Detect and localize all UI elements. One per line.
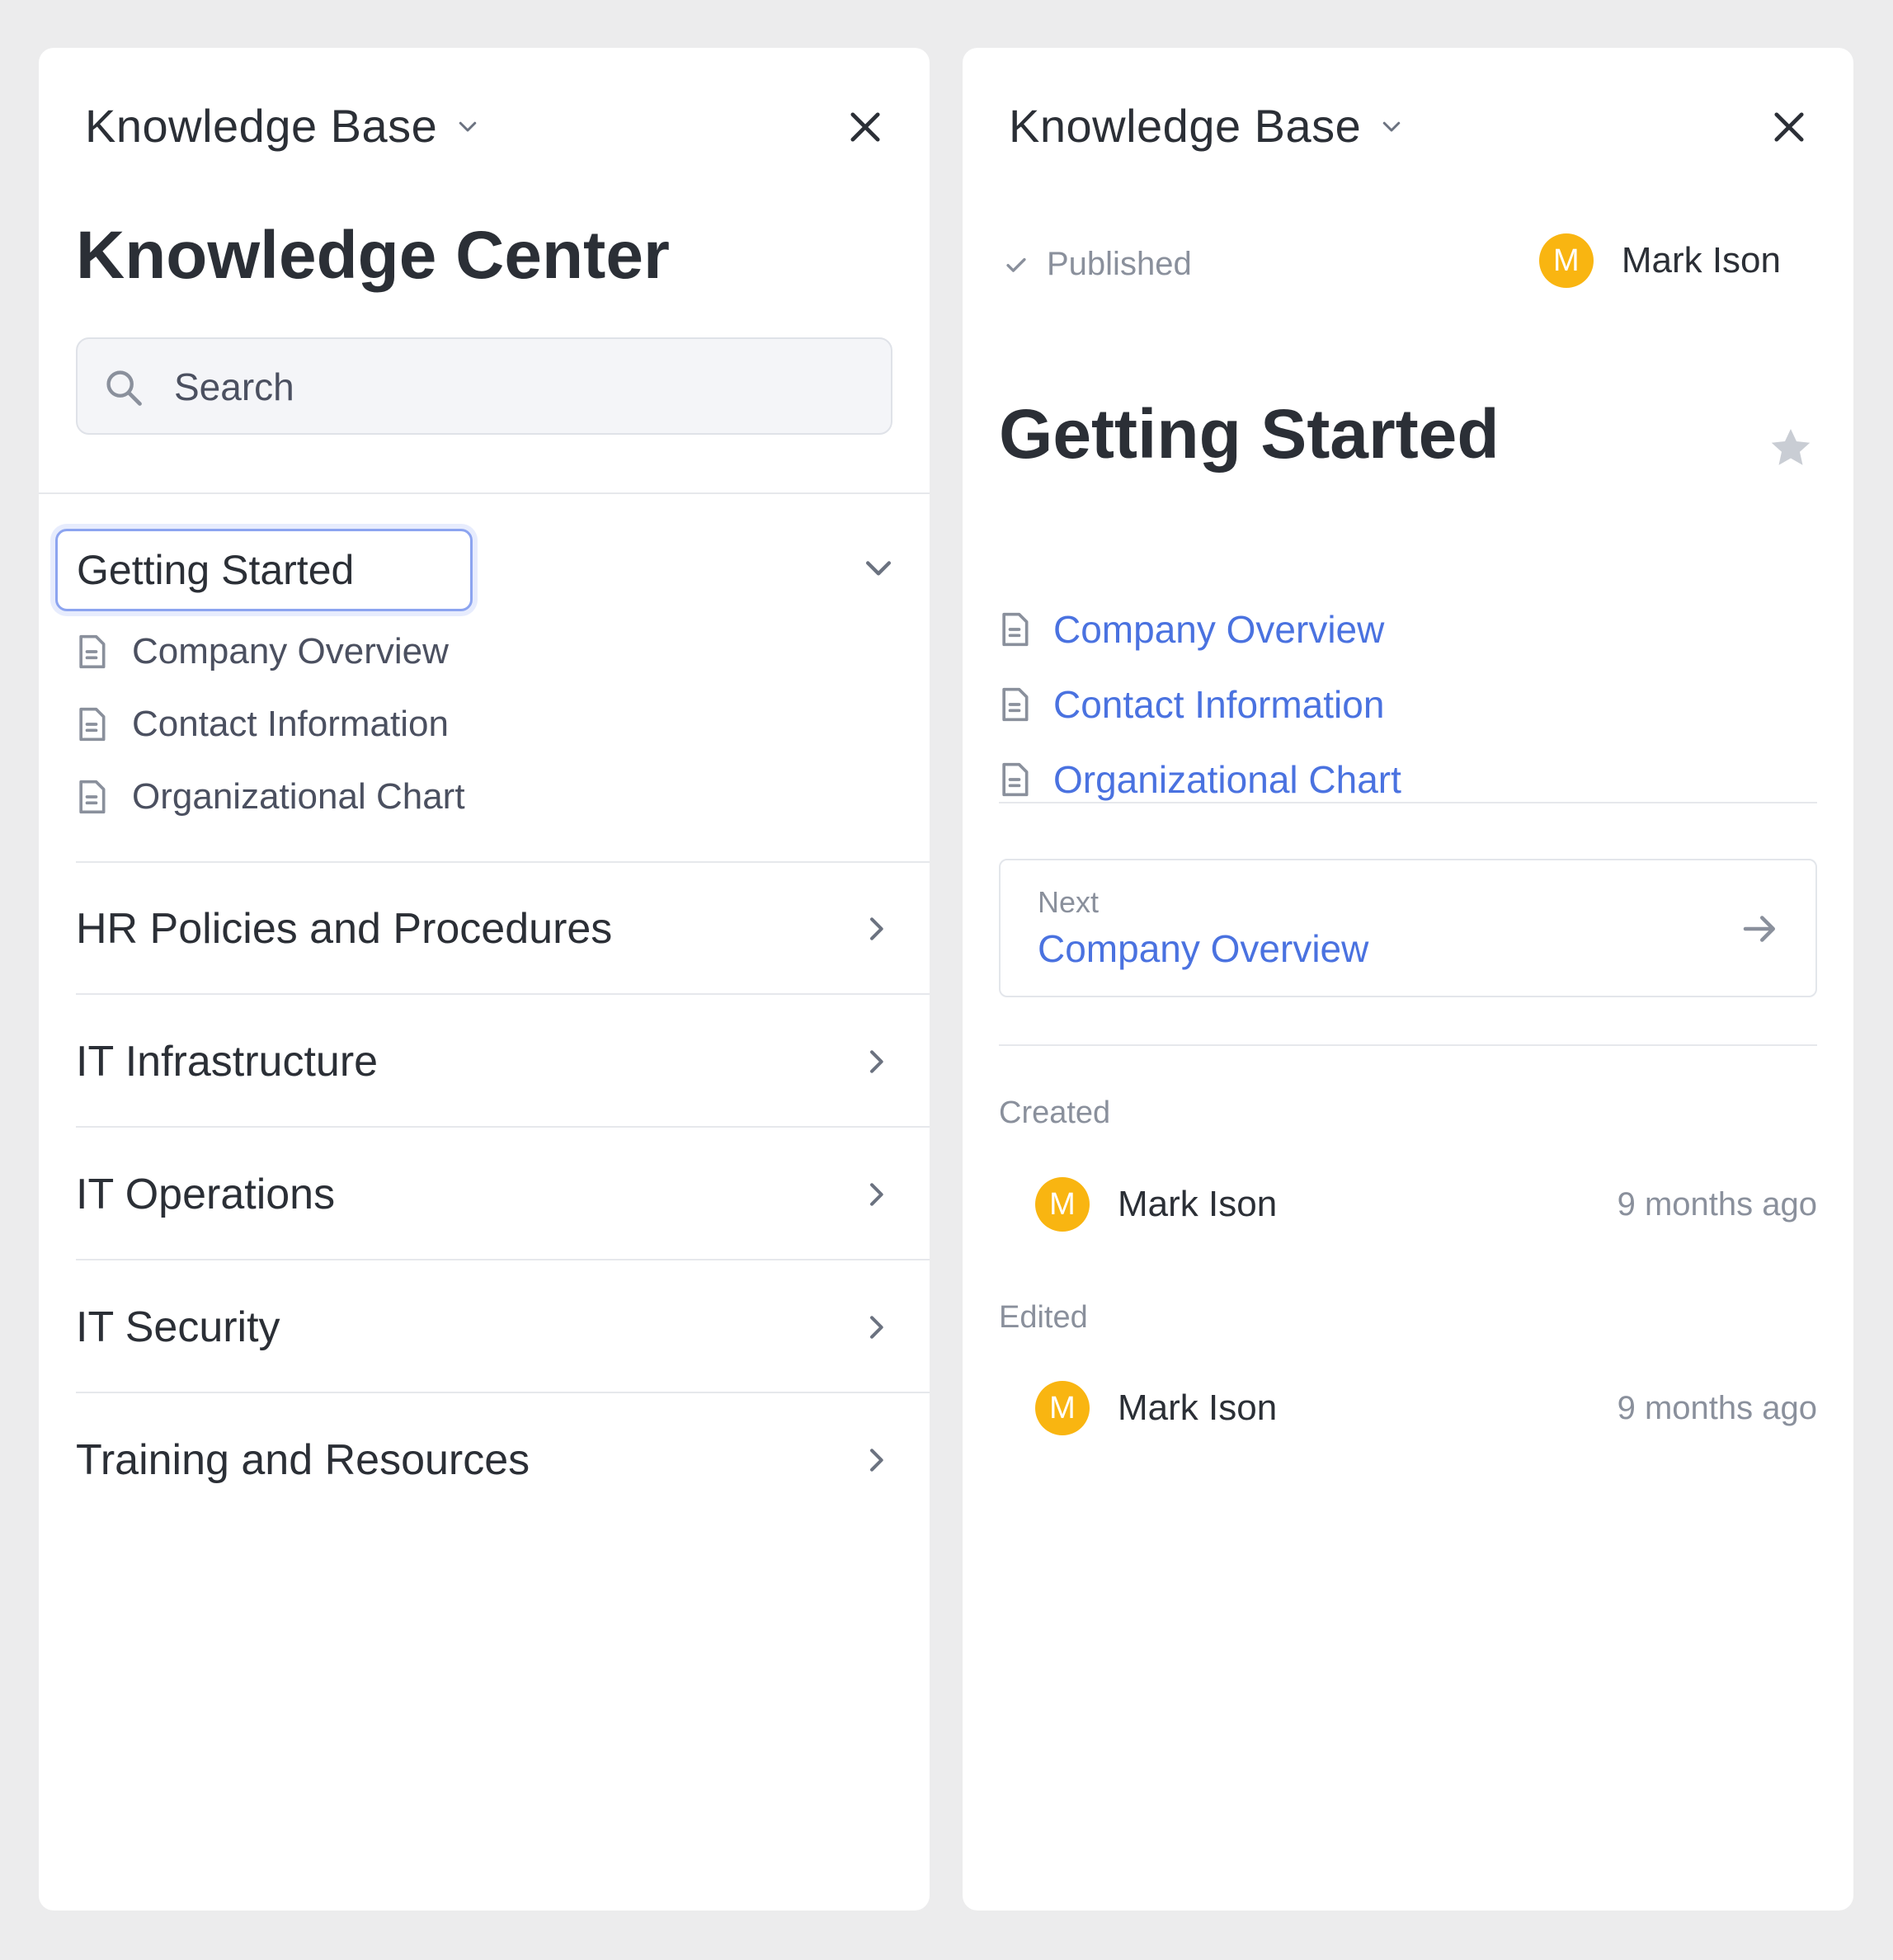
section-label: IT Operations xyxy=(76,1171,336,1218)
next-article-card[interactable]: Next Company Overview xyxy=(999,859,1817,997)
avatar: M xyxy=(1035,1177,1090,1232)
article-title: Getting Started xyxy=(999,395,1500,473)
doc-item-label: Company Overview xyxy=(132,631,449,671)
doc-item-label: Contact Information xyxy=(132,704,449,744)
section-it-operations[interactable]: IT Operations xyxy=(76,1128,930,1260)
next-label: Next xyxy=(1038,885,1100,919)
knowledge-base-dropdown[interactable]: Knowledge Base xyxy=(85,99,480,153)
divider xyxy=(999,1044,1817,1046)
divider xyxy=(76,1392,930,1393)
knowledge-base-dropdown[interactable]: Knowledge Base xyxy=(1009,99,1404,153)
avatar: M xyxy=(1538,233,1594,288)
creator-name: Mark Ison xyxy=(1118,1184,1278,1224)
knowledge-center-panel: Knowledge Base Knowledge Center Getting … xyxy=(39,48,930,1911)
created-time: 9 months ago xyxy=(1617,1185,1817,1223)
toc-link-contact-information[interactable]: Contact Information xyxy=(999,682,1384,727)
divider xyxy=(76,1126,930,1128)
edited-time: 9 months ago xyxy=(1617,1389,1817,1426)
document-icon xyxy=(79,780,106,814)
next-article-title: Company Overview xyxy=(1038,927,1369,970)
chevron-right-icon xyxy=(870,917,883,940)
document-icon xyxy=(1002,687,1029,722)
knowledge-base-label: Knowledge Base xyxy=(85,100,438,152)
chevron-right-icon xyxy=(870,1316,883,1339)
editor-name: Mark Ison xyxy=(1118,1388,1278,1428)
section-label: Getting Started xyxy=(77,547,355,593)
divider xyxy=(39,492,930,494)
section-label: IT Infrastructure xyxy=(76,1038,379,1086)
doc-item-label: Organizational Chart xyxy=(132,776,465,817)
toc-link-label: Contact Information xyxy=(1053,683,1385,726)
section-label: HR Policies and Procedures xyxy=(76,905,613,953)
section-training-resources[interactable]: Training and Resources xyxy=(76,1394,930,1526)
divider xyxy=(76,1259,930,1260)
section-label: IT Security xyxy=(76,1303,280,1351)
toc-link-label: Organizational Chart xyxy=(1053,758,1401,801)
doc-item-company-overview[interactable]: Company Overview xyxy=(76,631,449,672)
toc-link-label: Company Overview xyxy=(1053,608,1385,651)
page-title: Knowledge Center xyxy=(76,218,670,293)
edited-label: Edited xyxy=(999,1300,1088,1335)
close-icon[interactable] xyxy=(1768,106,1811,148)
author[interactable]: M Mark Ison xyxy=(1538,233,1781,288)
edited-by-row: M Mark Ison 9 months ago xyxy=(1035,1379,1817,1437)
search-box[interactable] xyxy=(76,337,892,435)
search-icon xyxy=(106,370,142,406)
status-badge: Published xyxy=(1002,246,1192,283)
arrow-right-icon xyxy=(1743,916,1775,942)
star-icon[interactable] xyxy=(1766,423,1815,473)
chevron-down-icon[interactable] xyxy=(860,549,897,586)
article-panel: Knowledge Base Published M Mark Ison Get… xyxy=(963,48,1853,1911)
check-icon xyxy=(1006,257,1026,272)
divider xyxy=(76,993,930,995)
search-input[interactable] xyxy=(172,339,852,435)
status-label: Published xyxy=(1047,246,1192,282)
section-it-security[interactable]: IT Security xyxy=(76,1261,930,1393)
section-label: Training and Resources xyxy=(76,1436,530,1484)
close-icon[interactable] xyxy=(844,106,887,148)
toc-link-organizational-chart[interactable]: Organizational Chart xyxy=(999,757,1401,802)
created-by-row: M Mark Ison 9 months ago xyxy=(1035,1176,1817,1233)
document-icon xyxy=(79,707,106,742)
section-it-infrastructure[interactable]: IT Infrastructure xyxy=(76,996,930,1128)
created-label: Created xyxy=(999,1095,1111,1130)
chevron-right-icon xyxy=(870,1449,883,1472)
document-icon xyxy=(1002,612,1029,647)
chevron-right-icon xyxy=(870,1050,883,1073)
avatar: M xyxy=(1035,1381,1090,1435)
knowledge-base-label: Knowledge Base xyxy=(1009,100,1362,152)
toc-link-company-overview[interactable]: Company Overview xyxy=(999,607,1384,652)
divider xyxy=(999,802,1817,803)
section-getting-started[interactable]: Getting Started xyxy=(55,529,473,611)
section-hr-policies[interactable]: HR Policies and Procedures xyxy=(76,863,930,995)
document-icon xyxy=(79,634,106,669)
chevron-right-icon xyxy=(870,1183,883,1206)
author-name: Mark Ison xyxy=(1621,240,1781,280)
doc-item-contact-information[interactable]: Contact Information xyxy=(76,704,449,745)
chevron-down-icon xyxy=(459,121,477,131)
chevron-down-icon xyxy=(1383,121,1401,131)
document-icon xyxy=(1002,762,1029,797)
doc-item-organizational-chart[interactable]: Organizational Chart xyxy=(76,776,465,817)
